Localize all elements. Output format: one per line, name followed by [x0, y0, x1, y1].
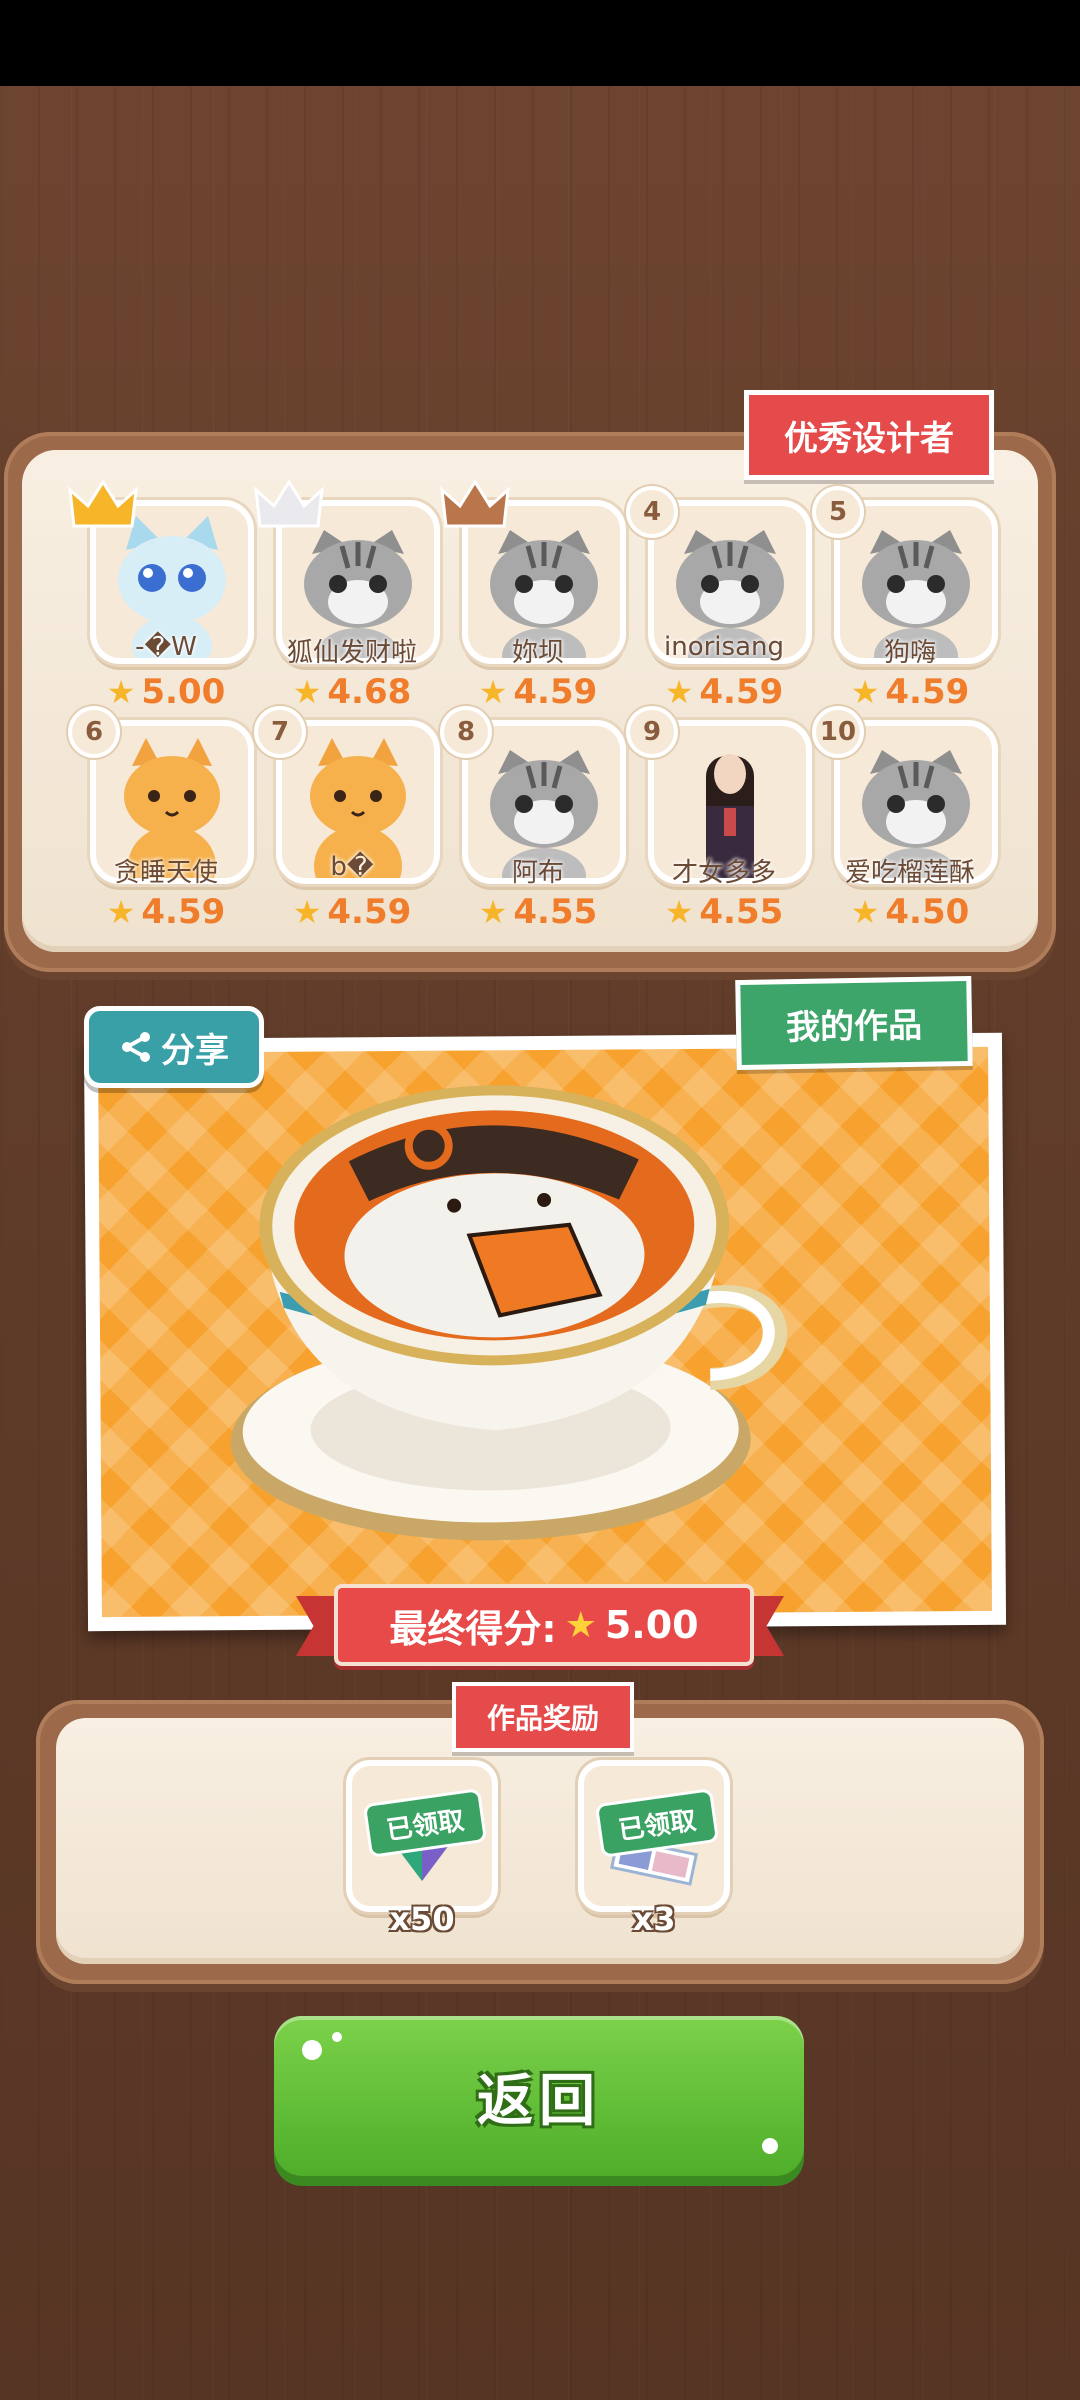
- player-name: b�: [330, 852, 374, 882]
- return-button[interactable]: 返回: [274, 2016, 804, 2176]
- share-button[interactable]: 分享: [84, 1006, 264, 1088]
- score-value: 4.59: [141, 892, 226, 932]
- crown-icon: [440, 478, 510, 534]
- player-score: ★ 4.59: [76, 892, 256, 932]
- player-name: 妳坝: [511, 638, 564, 668]
- player-name: -�W: [135, 632, 197, 662]
- player-name: 爱吃榴莲酥: [844, 858, 975, 888]
- reward-count: x50: [389, 1900, 455, 1938]
- leaderboard-entry[interactable]: -�W ★ 5.00: [68, 479, 256, 712]
- leaderboard-entry[interactable]: 7 b� ★ 4.59: [254, 706, 442, 932]
- leaderboard-entry[interactable]: 6 贪睡天使 ★ 4.59: [68, 706, 256, 932]
- player-score: ★ 4.59: [448, 672, 628, 712]
- button-shine: [332, 2032, 342, 2042]
- score-value: 4.59: [699, 672, 784, 712]
- star-icon: ★: [850, 893, 880, 931]
- player-name: 贪睡天使: [113, 858, 218, 888]
- button-shine: [762, 2138, 778, 2154]
- rewards-inner: [56, 1718, 1024, 1964]
- player-name: inorisang: [664, 632, 784, 662]
- reward-item-gems[interactable]: 已领取 x50: [346, 1760, 498, 1940]
- coffee-cup-illustration: [230, 1085, 788, 1541]
- final-score-label: 最终得分:: [389, 1606, 557, 1651]
- share-label: 分享: [161, 1030, 229, 1071]
- player-name: 狗嗨: [883, 638, 936, 668]
- final-score-banner: 最终得分: ★ 5.00: [334, 1584, 754, 1666]
- leaderboard-entry[interactable]: 9 才女多多 ★ 4.55: [626, 706, 814, 932]
- score-value: 4.50: [885, 892, 970, 932]
- star-icon: ★: [478, 893, 508, 931]
- player-score: ★ 4.59: [262, 892, 442, 932]
- leaderboard-title: 优秀设计者: [744, 390, 994, 480]
- star-icon: ★: [106, 673, 136, 711]
- player-name: 才女多多: [671, 858, 776, 888]
- rank-badge: 5: [812, 486, 864, 538]
- rank-badge: 4: [626, 486, 678, 538]
- score-value: 4.59: [513, 672, 598, 712]
- score-value: 4.68: [327, 672, 412, 712]
- leaderboard-entry[interactable]: 妳坝 ★ 4.59: [440, 479, 628, 712]
- leaderboard-entry[interactable]: 8 阿布 ★ 4.55: [440, 706, 628, 932]
- star-icon: ★: [478, 673, 508, 711]
- reward-count: x3: [632, 1900, 676, 1938]
- player-score: ★ 4.55: [448, 892, 628, 932]
- rank-badge: 6: [68, 706, 120, 758]
- player-score: ★ 5.00: [76, 672, 256, 712]
- player-score: ★ 4.59: [820, 672, 1000, 712]
- score-value: 5.00: [141, 672, 226, 712]
- leaderboard-entry[interactable]: 狐仙发财啦 ★ 4.68: [254, 479, 442, 712]
- my-work-title: 我的作品: [735, 975, 973, 1071]
- latte-art-image: [98, 1046, 992, 1618]
- my-work-frame: [83, 1032, 1007, 1632]
- player-score: ★ 4.55: [634, 892, 814, 932]
- rank-badge: 10: [812, 706, 864, 758]
- final-score-ribbon: 最终得分: ★ 5.00: [296, 1584, 784, 1666]
- star-icon: ★: [664, 673, 694, 711]
- star-icon: ★: [106, 893, 136, 931]
- leaderboard-entry[interactable]: 10 爱吃榴莲酥 ★ 4.50: [812, 706, 1000, 932]
- score-value: 4.59: [885, 672, 970, 712]
- star-icon: ★: [564, 1604, 597, 1646]
- crown-icon: [68, 478, 138, 534]
- leaderboard-entry[interactable]: 4 inorisang ★ 4.59: [626, 486, 814, 712]
- crown-icon: [254, 478, 324, 534]
- star-icon: ★: [850, 673, 880, 711]
- player-name: 阿布: [511, 858, 564, 888]
- score-value: 4.55: [513, 892, 598, 932]
- rank-badge: 9: [626, 706, 678, 758]
- score-value: 4.55: [699, 892, 784, 932]
- player-score: ★ 4.59: [634, 672, 814, 712]
- status-bar: [0, 0, 1080, 86]
- share-icon: [122, 1032, 150, 1062]
- player-score: ★ 4.68: [262, 672, 442, 712]
- rewards-title: 作品奖励: [452, 1682, 634, 1752]
- star-icon: ★: [292, 893, 322, 931]
- button-shine: [302, 2040, 322, 2060]
- leaderboard-entry[interactable]: 5 狗嗨 ★ 4.59: [812, 486, 1000, 712]
- star-icon: ★: [664, 893, 694, 931]
- rank-badge: 8: [440, 706, 492, 758]
- reward-item-photo-cards[interactable]: 已领取 x3: [578, 1760, 730, 1940]
- star-icon: ★: [292, 673, 322, 711]
- return-label: 返回: [477, 2068, 601, 2134]
- player-name: 狐仙发财啦: [286, 638, 417, 668]
- player-score: ★ 4.50: [820, 892, 1000, 932]
- final-score-value: 5.00: [604, 1603, 699, 1647]
- score-value: 4.59: [327, 892, 412, 932]
- rank-badge: 7: [254, 706, 306, 758]
